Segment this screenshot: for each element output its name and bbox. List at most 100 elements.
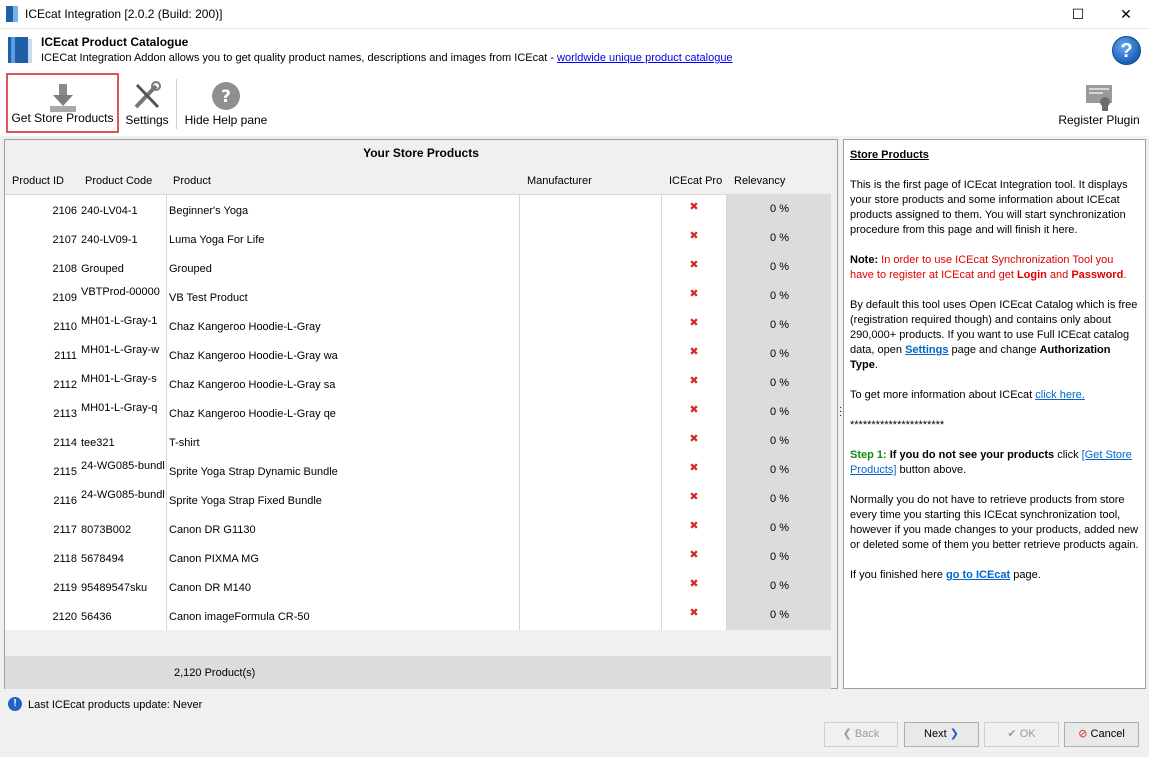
product-code-cell: 56436 bbox=[81, 611, 112, 623]
relevancy-cell: 0 % bbox=[727, 369, 831, 398]
help-stars: ********************** bbox=[850, 419, 945, 431]
finish-text: If you finished here bbox=[850, 569, 947, 581]
step-label: Step 1: bbox=[850, 449, 887, 461]
table-row[interactable]: 2114 tee321 T-shirt ✖ 0 % bbox=[5, 427, 831, 456]
product-code-cell: MH01-L-Gray-q bbox=[81, 402, 158, 414]
settings-link[interactable]: Settings bbox=[905, 344, 948, 356]
help-catalog-info: By default this tool uses Open ICEcat Ca… bbox=[850, 298, 1139, 373]
not-matched-icon: ✖ bbox=[689, 317, 699, 329]
product-code-cell: 240-LV04-1 bbox=[81, 205, 138, 217]
pane-splitter[interactable]: · · · bbox=[839, 403, 842, 421]
toolbar: Get Store Products Settings ? Hide Help … bbox=[0, 73, 1149, 136]
back-label: Back bbox=[854, 728, 880, 740]
table-row[interactable]: 2107 240-LV09-1 Luma Yoga For Life ✖ 0 % bbox=[5, 224, 831, 253]
table-row[interactable]: 2111 MH01-L-Gray-w Chaz Kangeroo Hoodie-L-… bbox=[5, 340, 831, 369]
window-title: ICEcat Integration [2.0.2 (Build: 200)] bbox=[25, 7, 223, 21]
store-products-grid: Your Store Products Product ID Product C… bbox=[4, 139, 838, 689]
product-name-cell: Chaz Kangeroo Hoodie-L-Gray wa bbox=[169, 350, 338, 362]
col-header-icecat-pro[interactable]: ICEcat Pro bbox=[669, 175, 723, 187]
hide-help-pane-button[interactable]: ? Hide Help pane bbox=[182, 73, 270, 133]
next-button[interactable]: Next ❯ bbox=[904, 722, 979, 747]
table-row[interactable]: 2110 MH01-L-Gray-1 Chaz Kangeroo Hoodie-L-… bbox=[5, 311, 831, 340]
table-row[interactable]: 2113 MH01-L-Gray-q Chaz Kangeroo Hoodie-L-… bbox=[5, 398, 831, 427]
table-row[interactable]: 2119 95489547sku Canon DR M140 ✖ 0 % bbox=[5, 572, 831, 601]
table-row[interactable]: 2115 24-WG085-bundl Sprite Yoga Strap Dyna… bbox=[5, 456, 831, 485]
catalogue-link[interactable]: worldwide unique product catalogue bbox=[557, 52, 733, 64]
next-label: Next bbox=[924, 728, 947, 740]
product-id-cell: 2120 bbox=[52, 611, 77, 623]
product-name-cell: Canon DR G1130 bbox=[169, 524, 256, 536]
table-row[interactable]: 2120 56436 Canon imageFormula CR-50 ✖ 0 % bbox=[5, 601, 831, 630]
product-name-cell: Chaz Kangeroo Hoodie-L-Gray qe bbox=[169, 408, 336, 420]
product-name-cell: Chaz Kangeroo Hoodie-L-Gray sa bbox=[169, 379, 336, 391]
help-heading: Store Products bbox=[850, 149, 929, 161]
relevancy-cell: 0 % bbox=[727, 543, 831, 572]
relevancy-cell: 0 % bbox=[727, 514, 831, 543]
table-row[interactable]: 2117 8073B002 Canon DR G1130 ✖ 0 % bbox=[5, 514, 831, 543]
product-id-cell: 2106 bbox=[52, 205, 77, 217]
relevancy-cell: 0 % bbox=[727, 282, 831, 311]
back-button[interactable]: ❮ Back bbox=[824, 722, 898, 747]
table-row[interactable]: 2108 Grouped Grouped ✖ 0 % bbox=[5, 253, 831, 282]
table-row[interactable]: 2112 MH01-L-Gray-s Chaz Kangeroo Hoodie-L-… bbox=[5, 369, 831, 398]
col-header-product[interactable]: Product bbox=[173, 175, 211, 187]
col-header-relevancy[interactable]: Relevancy bbox=[734, 175, 785, 187]
hide-help-pane-label: Hide Help pane bbox=[184, 113, 268, 127]
table-row[interactable]: 2118 5678494 Canon PIXMA MG ✖ 0 % bbox=[5, 543, 831, 572]
maximize-button[interactable]: ☐ bbox=[1055, 0, 1101, 29]
table-row[interactable]: 2109 VBTProd-00000 VB Test Product ✖ 0 % bbox=[5, 282, 831, 311]
product-code-cell: 5678494 bbox=[81, 553, 124, 565]
note-login: Login bbox=[1016, 269, 1047, 281]
title-bar: ICEcat Integration [2.0.2 (Build: 200)] … bbox=[0, 0, 1149, 29]
not-matched-icon: ✖ bbox=[689, 404, 699, 416]
product-code-cell: 24-WG085-bundl bbox=[81, 489, 165, 501]
grid-footer: 2,120 Product(s) bbox=[5, 656, 831, 689]
not-matched-icon: ✖ bbox=[689, 230, 699, 242]
cancel-button[interactable]: ⊘ Cancel bbox=[1064, 722, 1139, 747]
product-code-cell: VBTProd-00000 bbox=[81, 286, 160, 298]
register-plugin-button[interactable]: Register Plugin bbox=[1054, 73, 1144, 133]
get-store-products-button[interactable]: Get Store Products bbox=[6, 73, 119, 133]
relevancy-cell: 0 % bbox=[727, 253, 831, 282]
settings-label: Settings bbox=[125, 113, 169, 127]
click-here-link[interactable]: click here. bbox=[1035, 389, 1085, 401]
close-button[interactable]: ✕ bbox=[1103, 0, 1149, 29]
help-intro: This is the first page of ICEcat Integra… bbox=[850, 179, 1128, 236]
not-matched-icon: ✖ bbox=[689, 578, 699, 590]
get-store-products-label: Get Store Products bbox=[11, 111, 114, 125]
note-period: . bbox=[1123, 269, 1127, 281]
table-row[interactable]: 2116 24-WG085-bundl Sprite Yoga Strap Fixe… bbox=[5, 485, 831, 514]
product-id-cell: 2115 bbox=[53, 466, 77, 478]
product-name-cell: Canon PIXMA MG bbox=[169, 553, 259, 565]
not-matched-icon: ✖ bbox=[689, 201, 699, 213]
description-text: ICECat Integration Addon allows you to g… bbox=[41, 52, 558, 64]
go-to-icecat-link[interactable]: go to ICEcat bbox=[946, 569, 1010, 581]
product-id-cell: 2109 bbox=[52, 292, 77, 304]
product-name-cell: Sprite Yoga Strap Dynamic Bundle bbox=[169, 466, 338, 478]
product-name-cell: Chaz Kangeroo Hoodie-L-Gray bbox=[169, 321, 321, 333]
page-description: ICECat Integration Addon allows you to g… bbox=[41, 52, 733, 64]
table-row[interactable]: 2106 240-LV04-1 Beginner's Yoga ✖ 0 % bbox=[5, 195, 831, 224]
product-id-cell: 2119 bbox=[53, 582, 77, 594]
product-code-cell: 95489547sku bbox=[81, 582, 148, 594]
tools-icon bbox=[134, 81, 161, 109]
product-id-cell: 2110 bbox=[53, 321, 77, 333]
last-update-text: Last ICEcat products update: Never bbox=[28, 699, 203, 711]
col-header-product-code[interactable]: Product Code bbox=[85, 175, 152, 187]
relevancy-cell: 0 % bbox=[727, 340, 831, 369]
next-arrow-icon: ❯ bbox=[946, 728, 959, 740]
help-step-1: Step 1: If you do not see your products … bbox=[850, 448, 1139, 478]
col-header-product-id[interactable]: Product ID bbox=[12, 175, 64, 187]
ok-button[interactable]: ✔ OK bbox=[984, 722, 1059, 747]
product-code-cell: MH01-L-Gray-1 bbox=[81, 315, 158, 327]
col-header-manufacturer[interactable]: Manufacturer bbox=[527, 175, 592, 187]
settings-button[interactable]: Settings bbox=[123, 73, 171, 133]
not-matched-icon: ✖ bbox=[689, 346, 699, 358]
product-code-cell: 24-WG085-bundl bbox=[81, 460, 165, 472]
check-icon: ✔ bbox=[1007, 728, 1020, 740]
relevancy-cell: 0 % bbox=[727, 427, 831, 456]
help-retrieve-info: Normally you do not have to retrieve pro… bbox=[850, 494, 1139, 551]
step-text: click bbox=[1054, 449, 1082, 461]
toolbar-separator bbox=[176, 79, 177, 129]
help-icon[interactable]: ? bbox=[1112, 36, 1141, 65]
